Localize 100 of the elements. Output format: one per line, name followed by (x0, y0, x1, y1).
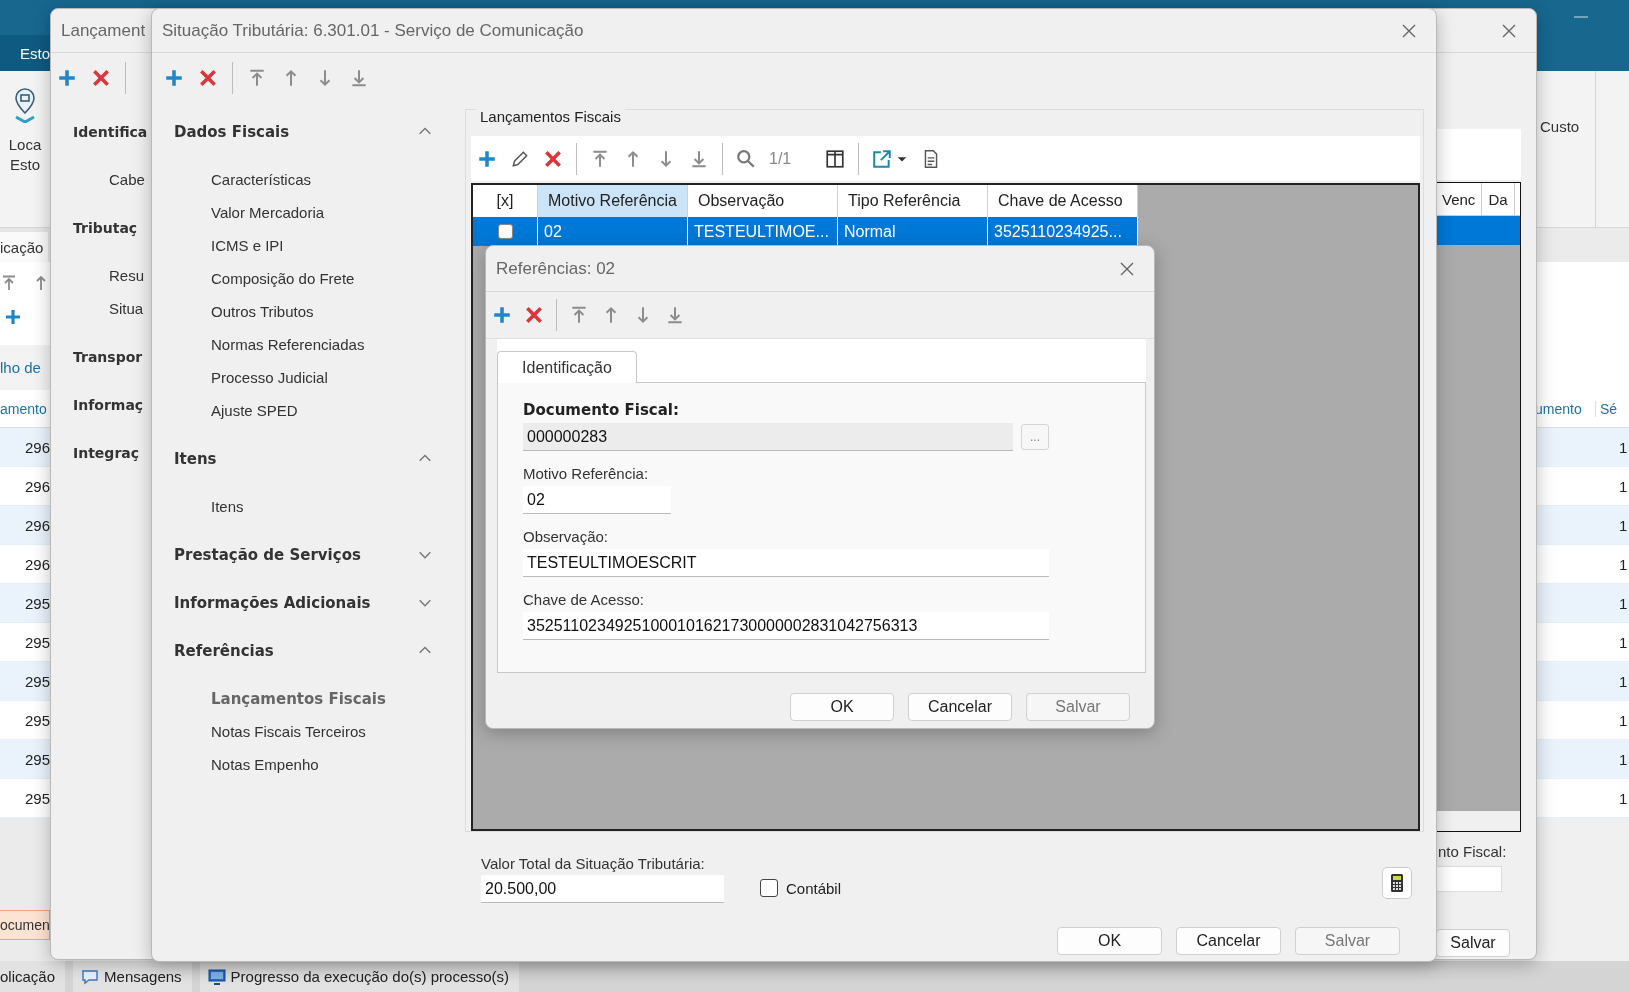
nav-item[interactable]: Composição do Frete (174, 262, 433, 295)
nav-item[interactable]: Outros Tributos (174, 295, 433, 328)
link[interactable]: lho de (0, 359, 41, 376)
move-bottom-icon[interactable] (665, 305, 685, 325)
table-row[interactable]: 1 (1535, 701, 1629, 740)
save-button[interactable]: Salvar (1436, 929, 1510, 957)
table-row[interactable]: 295 (0, 779, 50, 818)
checkbox[interactable] (760, 879, 778, 897)
nav-section-header[interactable]: Integraç (51, 436, 152, 469)
delete-icon[interactable] (524, 305, 544, 325)
nav-item[interactable]: Características (174, 163, 433, 196)
calculator-button[interactable] (1382, 867, 1412, 899)
tab[interactable]: icação (0, 232, 48, 262)
add-icon[interactable] (164, 68, 184, 88)
move-bottom-icon[interactable] (689, 148, 709, 169)
table-row[interactable]: 1 (1535, 584, 1629, 623)
nav-item[interactable]: Notas Empenho (174, 748, 433, 781)
nav-section-header[interactable]: Prestação de Serviços (174, 545, 361, 564)
column-header[interactable]: amento (0, 400, 47, 417)
taskbar-tab[interactable]: Progresso da execução do(s) processo(s) (199, 961, 520, 992)
table-row[interactable]: 1 (1535, 779, 1629, 818)
nav-section-header[interactable]: Tributaç (51, 211, 152, 244)
table-row[interactable]: 296 (0, 467, 50, 506)
add-icon[interactable] (477, 148, 497, 169)
table-row[interactable]: 1 (1535, 506, 1629, 545)
table-row[interactable]: 295 (0, 701, 50, 740)
move-top-icon[interactable] (569, 305, 589, 325)
nav-section-header[interactable]: Transpor (51, 340, 152, 373)
move-bottom-icon[interactable] (349, 68, 369, 88)
table-row[interactable]: 296 (0, 545, 50, 584)
nav-item[interactable]: Situa (51, 292, 152, 325)
add-icon[interactable] (4, 308, 22, 326)
column-header[interactable]: Observação (688, 185, 838, 217)
nav-section-header[interactable]: Identifica (51, 115, 152, 148)
nav-item[interactable]: Processo Judicial (174, 361, 433, 394)
nav-section-header[interactable]: Informaç (51, 388, 152, 421)
taskbar-tab[interactable]: Mensagens (73, 961, 192, 992)
column-header[interactable]: Sé (1596, 400, 1618, 417)
table-row[interactable]: 1 (1535, 662, 1629, 701)
column-header[interactable]: Chave de Acesso (988, 185, 1138, 217)
dialog-button[interactable]: OK (1057, 927, 1162, 955)
nav-section-header[interactable]: Referências (174, 641, 274, 660)
input-field[interactable]: 000000283 (523, 423, 1013, 451)
dialog-button[interactable]: Cancelar (1176, 927, 1281, 955)
nav-item[interactable]: Lançamentos Fiscais (174, 682, 433, 715)
table-row[interactable]: 295 (0, 584, 50, 623)
column-header[interactable]: [x] (473, 185, 538, 217)
ribbon-button-label[interactable]: Esto (10, 155, 40, 175)
nav-item[interactable]: Normas Referenciadas (174, 328, 433, 361)
nav-section-header[interactable]: Informações Adicionais (174, 593, 371, 612)
tab[interactable]: Identificação (497, 351, 637, 383)
add-icon[interactable] (492, 305, 512, 325)
delete-icon[interactable] (91, 68, 111, 88)
table-row[interactable]: 1 (1535, 623, 1629, 662)
edit-icon[interactable] (510, 148, 530, 169)
table-row[interactable]: 296 (0, 506, 50, 545)
table-row[interactable]: 1 (1535, 428, 1629, 467)
table-row[interactable]: 296 (0, 428, 50, 467)
column-header[interactable]: Da (1482, 183, 1515, 215)
table-row[interactable]: 1 (1535, 740, 1629, 779)
dialog-button[interactable]: Cancelar (908, 693, 1012, 721)
scrollbar[interactable] (1436, 811, 1520, 831)
columns-icon[interactable] (825, 148, 846, 169)
nav-item[interactable]: Resu (51, 259, 152, 292)
location-pin-icon[interactable] (12, 87, 38, 123)
table-row[interactable]: 1 (1535, 467, 1629, 506)
nav-section-header[interactable]: Dados Fiscais (174, 122, 290, 141)
nav-item[interactable]: Cabe (51, 163, 152, 196)
move-top-icon[interactable] (247, 68, 267, 88)
ribbon-button-label[interactable]: Loca (8, 135, 42, 155)
nav-item[interactable]: Itens (174, 490, 433, 523)
delete-icon[interactable] (198, 68, 218, 88)
table-row[interactable]: 295 (0, 740, 50, 779)
monitor-icon[interactable] (207, 967, 226, 986)
input-field[interactable]: 02 (523, 486, 671, 514)
taskbar-tab[interactable]: olicação (0, 961, 66, 992)
ribbon-tab[interactable]: Esto (0, 35, 50, 71)
nav-item[interactable]: Ajuste SPED (174, 394, 433, 427)
nav-section-header[interactable]: Itens (174, 449, 217, 468)
nav-item[interactable]: Notas Fiscais Terceiros (174, 715, 433, 748)
delete-icon[interactable] (543, 148, 563, 169)
input-field[interactable] (1436, 866, 1502, 892)
nav-item[interactable]: ICMS e IPI (174, 229, 433, 262)
search-icon[interactable] (736, 148, 756, 169)
table-row[interactable]: 295 (0, 662, 50, 701)
input-field[interactable]: 35251102349251000101621730000002831042756313 (523, 612, 1049, 640)
add-icon[interactable] (57, 68, 77, 88)
input-field[interactable]: TESTEULTIMOESCRIT (523, 549, 1049, 577)
checkbox-label[interactable]: Contábil (786, 879, 842, 897)
column-header[interactable]: Motivo Referência (538, 185, 688, 217)
export-icon[interactable] (872, 148, 893, 169)
row-checkbox[interactable] (497, 224, 513, 239)
column-header[interactable]: Tipo Referência (838, 185, 988, 217)
total-value-field[interactable]: 20.500,00 (481, 875, 724, 903)
move-top-icon[interactable] (0, 274, 18, 292)
chat-bubble-icon[interactable] (81, 967, 100, 986)
table-row[interactable]: 295 (0, 623, 50, 662)
nav-item[interactable]: Valor Mercadoria (174, 196, 433, 229)
move-top-icon[interactable] (590, 148, 610, 169)
table-row[interactable]: 1 (1535, 545, 1629, 584)
